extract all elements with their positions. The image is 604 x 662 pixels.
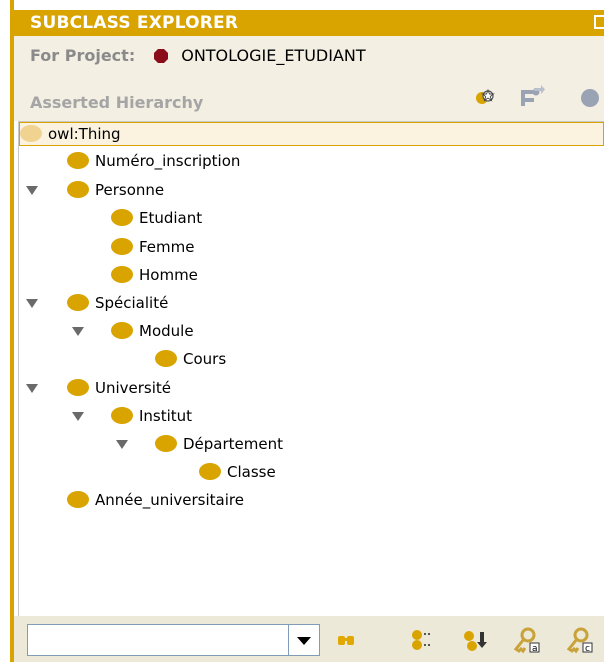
tree-item-annee-universitaire[interactable]: Année_universitaire [67,488,244,512]
asserted-hierarchy-label: Asserted Hierarchy [30,93,204,112]
tree-item-label: owl:Thing [48,125,121,143]
expand-toggle-icon[interactable] [26,186,38,195]
expand-toggle-icon[interactable] [26,299,38,308]
panel-title-bar: SUBCLASS EXPLORER [14,10,604,36]
tree-item-cours[interactable]: Cours [155,347,226,371]
class-icon [67,181,89,198]
class-hierarchy-tree: owl:Thing Numéro_inscription Personne Et… [18,121,604,616]
search-dropdown-button[interactable] [288,624,320,656]
tree-item-universite[interactable]: Université [67,376,171,400]
class-icon [111,322,133,339]
create-subclass-icon[interactable] [471,84,499,108]
tree-item-personne[interactable]: Personne [67,178,164,202]
expand-toggle-icon[interactable] [116,440,128,449]
tree-item-owl-thing[interactable]: owl:Thing [19,122,604,146]
key-c-icon[interactable]: c [565,626,595,654]
class-icon [199,463,221,480]
tree-item-label: Femme [139,238,195,256]
maximize-icon[interactable] [594,15,604,29]
create-sibling-class-icon[interactable] [518,84,546,108]
delete-class-icon[interactable] [576,84,604,108]
tree-item-label: Cours [183,350,227,368]
chevron-down-icon [297,637,311,645]
add-superclass-icon[interactable] [460,626,490,654]
class-icon [67,294,89,311]
tree-item-label: Homme [139,266,198,284]
tree-item-label: Classe [227,463,276,481]
class-icon [67,491,89,508]
class-icon [155,350,177,367]
class-icon [111,407,133,424]
class-icon [111,209,133,226]
tree-item-departement[interactable]: Département [155,432,283,456]
show-hierarchy-icon[interactable] [408,626,438,654]
expand-toggle-icon[interactable] [72,327,84,336]
tree-item-module[interactable]: Module [111,319,194,343]
project-icon [154,49,169,63]
key-icon[interactable]: a [512,626,542,654]
subclass-explorer-panel: SUBCLASS EXPLORER For Project: ONTOLOGIE_… [0,0,604,662]
project-row: For Project: ONTOLOGIE_ETUDIANT [30,44,366,68]
tree-item-label: Université [95,379,172,397]
tree-item-specialite[interactable]: Spécialité [67,291,168,315]
svg-text:c: c [585,644,590,654]
class-icon [111,266,133,283]
tree-item-institut[interactable]: Institut [111,404,192,428]
tree-item-etudiant[interactable]: Etudiant [111,206,202,230]
class-icon [20,125,42,142]
tree-item-label: Module [139,322,194,340]
tree-item-classe[interactable]: Classe [199,460,276,484]
expand-toggle-icon[interactable] [26,384,38,393]
tree-item-label: Département [183,435,283,453]
class-icon [67,379,89,396]
tree-item-homme[interactable]: Homme [111,263,198,287]
project-name: ONTOLOGIE_ETUDIANT [181,46,366,65]
tree-item-label: Spécialité [95,294,169,312]
project-label: For Project: [30,46,136,65]
panel-title: SUBCLASS EXPLORER [30,13,239,33]
tree-item-femme[interactable]: Femme [111,235,195,259]
expand-toggle-icon[interactable] [72,412,84,421]
tree-item-label: Numéro_inscription [95,152,241,170]
tree-item-label: Etudiant [139,209,203,227]
svg-text:a: a [532,644,538,654]
class-icon [111,238,133,255]
class-icon [67,152,89,169]
tree-item-label: Institut [139,407,193,425]
tree-item-label: Personne [95,181,165,199]
tree-item-numero-inscription[interactable]: Numéro_inscription [67,149,240,173]
class-icon [155,435,177,452]
tree-item-label: Année_universitaire [95,491,244,509]
binoculars-icon[interactable] [332,626,362,654]
search-input[interactable] [27,624,291,656]
